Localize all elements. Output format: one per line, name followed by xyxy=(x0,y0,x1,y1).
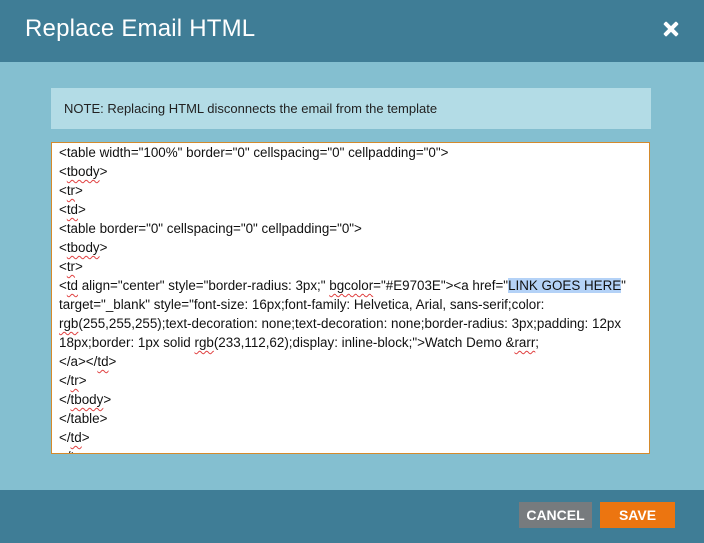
code-line: </tr> xyxy=(59,447,644,453)
note-text: NOTE: Replacing HTML disconnects the ema… xyxy=(64,101,438,116)
code-line: </tr> xyxy=(59,373,87,388)
dialog-header: Replace Email HTML xyxy=(0,0,704,62)
code-line: <table width="100%" border="0" cellspaci… xyxy=(59,145,449,160)
code-line: <tr> xyxy=(59,183,83,198)
code-line: </tbody> xyxy=(59,392,112,407)
dialog-title: Replace Email HTML xyxy=(25,15,256,42)
code-line: <tbody> xyxy=(59,240,108,255)
html-editor-textarea[interactable]: <table width="100%" border="0" cellspaci… xyxy=(51,142,650,454)
code-line: </td> xyxy=(59,430,90,445)
code-line: </a></td> xyxy=(59,354,117,369)
note-banner: NOTE: Replacing HTML disconnects the ema… xyxy=(51,88,651,129)
close-icon[interactable] xyxy=(662,20,680,38)
code-line: </table> xyxy=(59,411,108,426)
save-button[interactable]: SAVE xyxy=(600,502,675,528)
selected-text: LINK GOES HERE xyxy=(508,278,622,293)
code-line: <table border="0" cellspacing="0" cellpa… xyxy=(59,221,362,236)
code-line: <tr> xyxy=(59,259,83,274)
code-line: <tbody> xyxy=(59,164,108,179)
dialog-footer: CANCEL SAVE xyxy=(0,490,704,543)
code-line: <td> xyxy=(59,202,86,217)
code-line: <td align="center" style="border-radius:… xyxy=(59,278,630,350)
code-content: <table width="100%" border="0" cellspaci… xyxy=(59,143,644,453)
cancel-button[interactable]: CANCEL xyxy=(519,502,592,528)
